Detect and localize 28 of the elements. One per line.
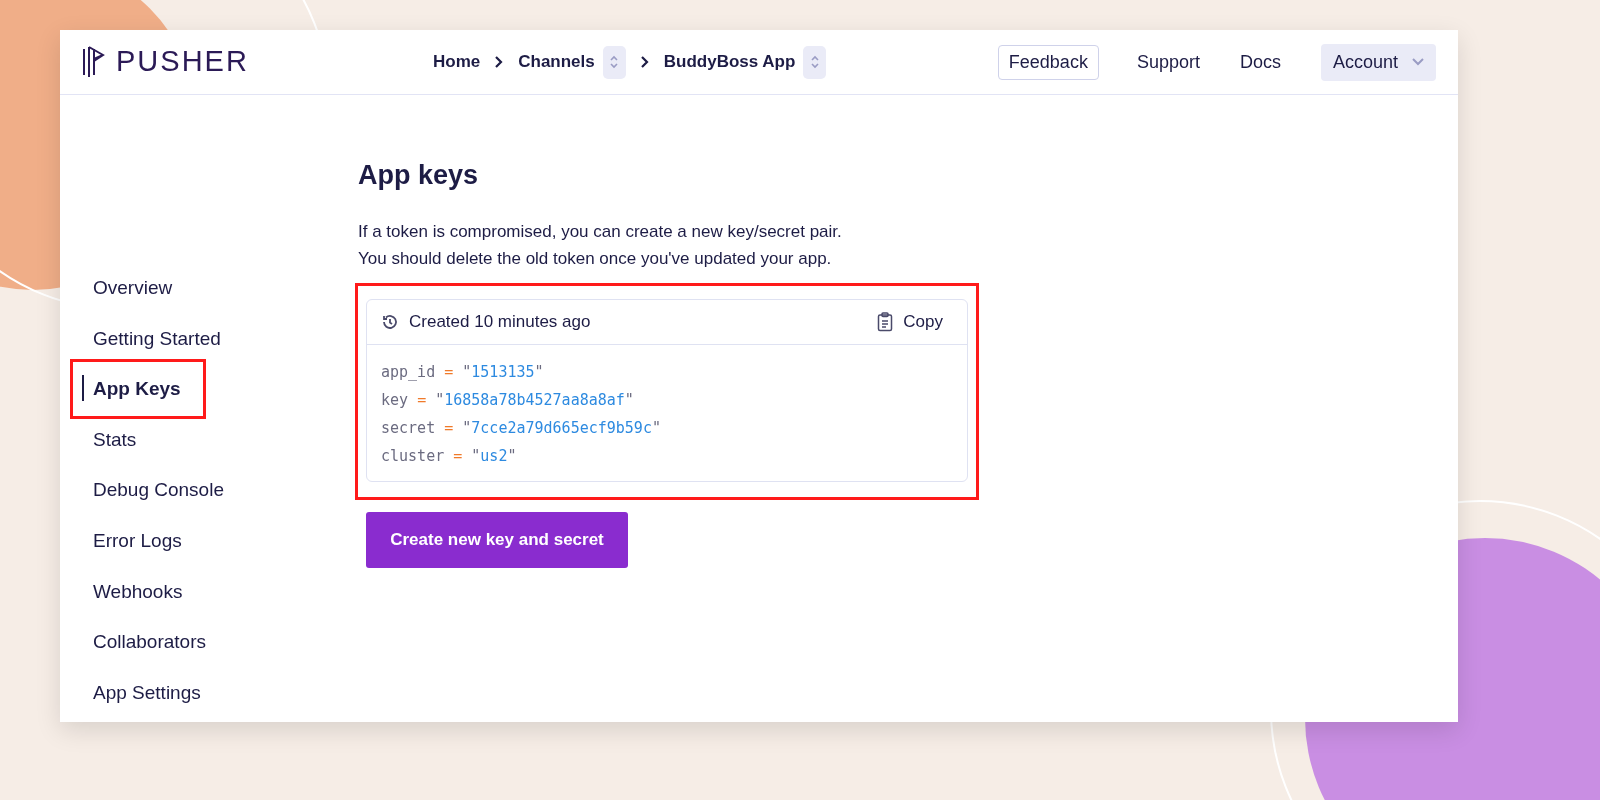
breadcrumb-link[interactable]: BuddyBoss App [663,49,796,75]
code-line: app_id = "1513135" [381,361,545,383]
chevron-icon [494,56,505,68]
nav-link[interactable]: Support [1120,48,1216,76]
sidebar-item[interactable]: App Keys [70,359,206,420]
switcher-button[interactable] [803,45,827,79]
up-down-chevron-icon [609,54,620,70]
code-line: cluster = "us2" [381,445,518,467]
nav-link[interactable]: Docs [1223,48,1297,76]
page-title: App keys [358,159,480,192]
logo-text: PUSHER [116,44,249,80]
clipboard-icon [877,311,894,332]
description-text: You should delete the old token once you've updated your app. [358,247,833,270]
up-down-chevron-icon [809,54,820,70]
breadcrumb-link[interactable]: Home [433,49,481,75]
code-line: key = "16858a78b4527aa8a8af" [381,389,635,411]
created-text: Created 10 minutes ago [409,310,591,333]
create-key-button[interactable]: Create new key and secret [366,511,628,568]
description-text: If a token is compromised, you can create a new key/secret pair. [358,220,843,243]
breadcrumb-link[interactable]: Channels [518,49,595,75]
code-line: secret = "7cce2a79d665ecf9b59c" [381,417,662,439]
copy-button[interactable]: Copy [877,308,943,335]
feedback-button[interactable]: Feedback [997,44,1099,80]
history-icon [381,312,399,331]
chevron-icon [639,56,650,68]
chevron-down-icon [1412,58,1424,66]
switcher-button[interactable] [602,45,626,79]
account-menu-button[interactable]: Account [1320,43,1436,81]
